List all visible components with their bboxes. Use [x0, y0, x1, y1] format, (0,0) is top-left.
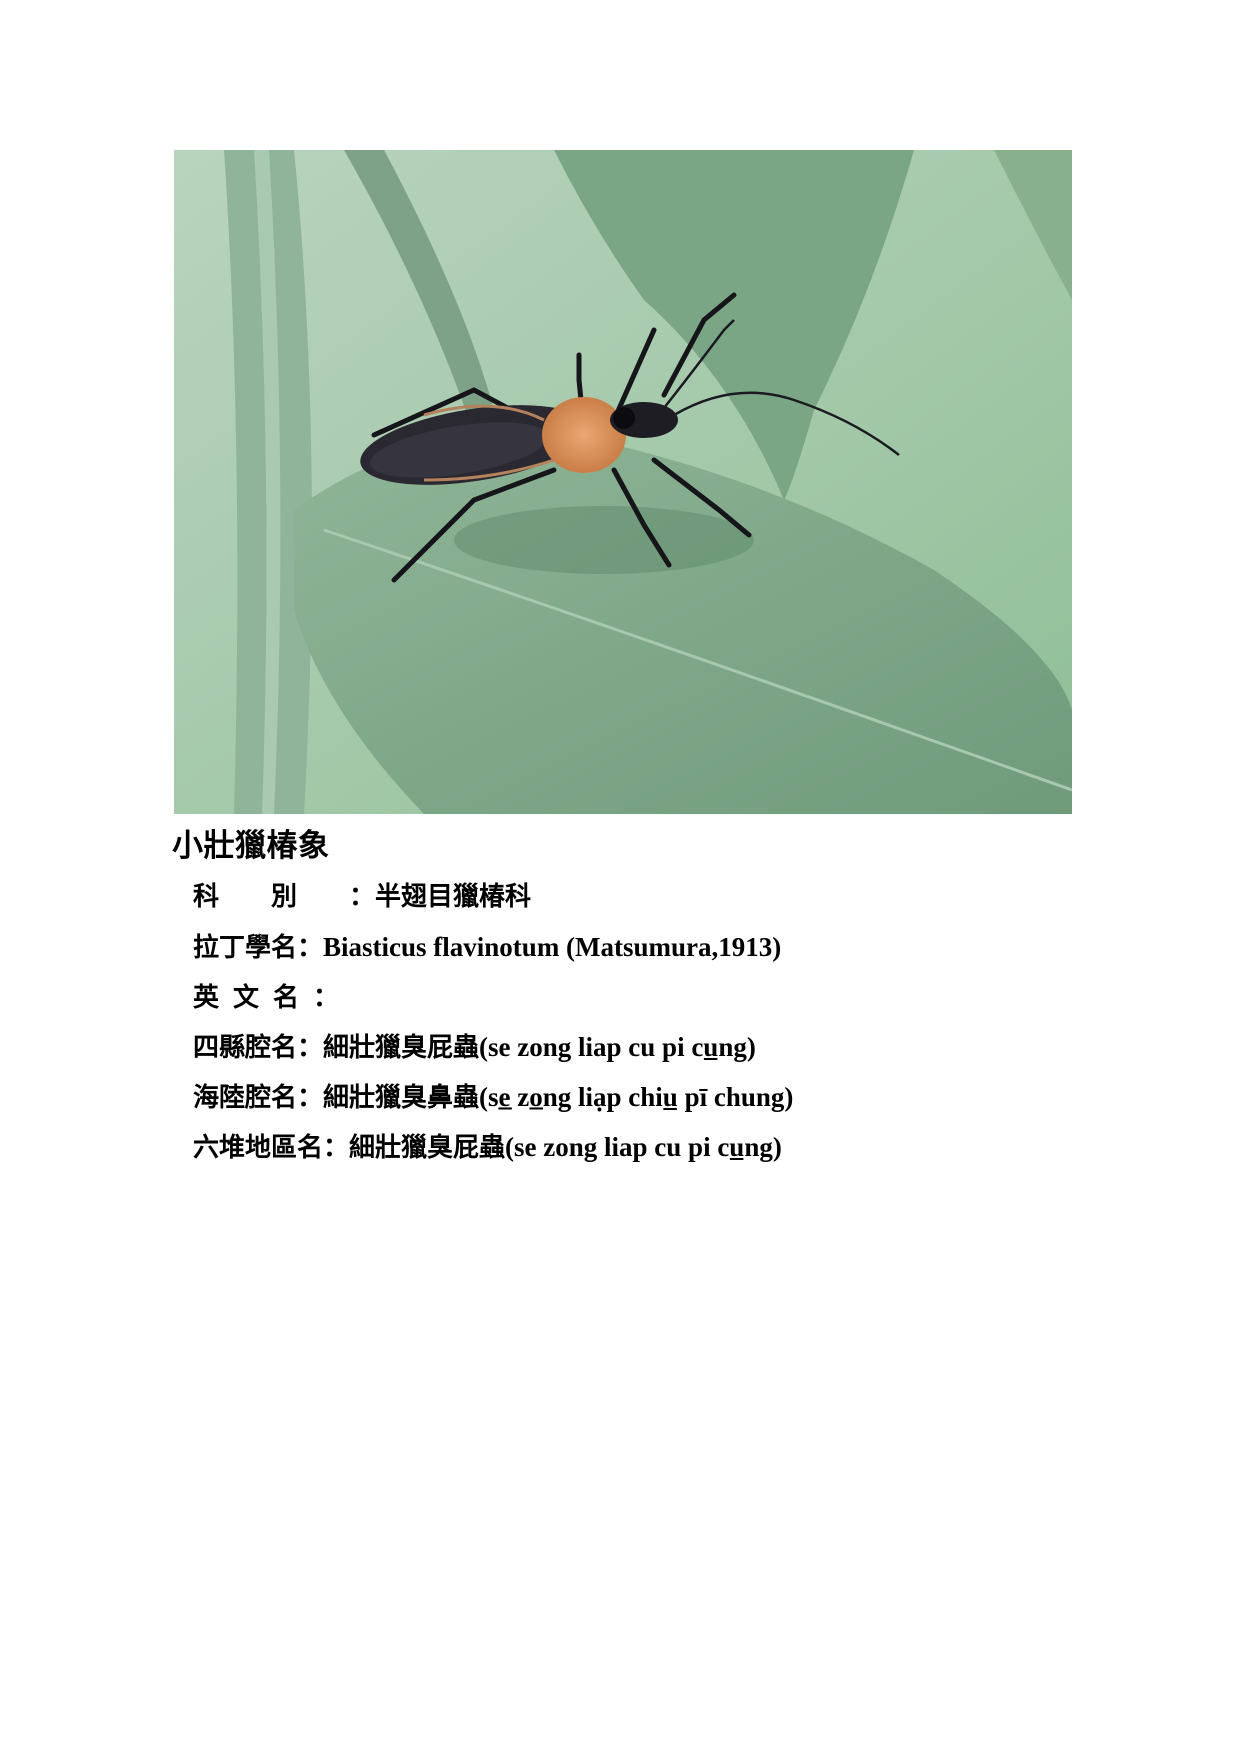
latin-name-label: 拉丁學名 — [193, 933, 298, 963]
latin-name-value: Biasticus flavinotum (Matsumura,1913) — [323, 932, 782, 962]
sixian-name-zh: 細壯獵臭屁蟲 — [323, 1033, 480, 1063]
colon: ： — [323, 1133, 350, 1163]
colon: ： — [297, 1083, 324, 1113]
insect-photo — [174, 150, 1072, 814]
colon: ： — [297, 933, 324, 963]
english-name-label: 英文名 — [193, 983, 314, 1013]
family-value: 半翅目獵椿科 — [375, 882, 532, 912]
species-info: 科別：半翅目獵椿科 拉丁學名：Biasticus flavinotum (Mat… — [193, 872, 793, 1172]
sixian-name-label: 四縣腔名 — [193, 1033, 298, 1063]
english-name-row: 英文名： — [193, 972, 793, 1022]
hailu-name-zh: 細壯獵臭鼻蟲 — [323, 1083, 480, 1113]
colon: ： — [349, 882, 376, 912]
family-row: 科別：半翅目獵椿科 — [193, 872, 793, 922]
hailu-name-romanization: (se̲ zo̲ng liạp chiu̲ pī chung) — [479, 1082, 794, 1112]
hailu-name-row: 海陸腔名：細壯獵臭鼻蟲(se̲ zo̲ng liạp chiu̲ pī chun… — [193, 1072, 793, 1122]
family-label: 科別 — [193, 882, 350, 912]
liudui-name-romanization: (se zong liap cu pi cu̲ng) — [505, 1132, 782, 1162]
colon: ： — [297, 1033, 324, 1063]
sixian-name-romanization: (se zong liap cu pi cu̲ng) — [479, 1032, 756, 1062]
liudui-name-label: 六堆地區名 — [193, 1133, 324, 1163]
hailu-name-label: 海陸腔名 — [193, 1083, 298, 1113]
colon: ： — [313, 983, 340, 1013]
assassin-bug-photo-icon — [174, 150, 1072, 814]
sixian-name-row: 四縣腔名：細壯獵臭屁蟲(se zong liap cu pi cu̲ng) — [193, 1022, 793, 1072]
page-title: 小壯獵椿象 — [172, 828, 330, 864]
liudui-name-row: 六堆地區名：細壯獵臭屁蟲(se zong liap cu pi cu̲ng) — [193, 1122, 793, 1172]
latin-name-row: 拉丁學名：Biasticus flavinotum (Matsumura,191… — [193, 922, 793, 972]
liudui-name-zh: 細壯獵臭屁蟲 — [349, 1133, 506, 1163]
